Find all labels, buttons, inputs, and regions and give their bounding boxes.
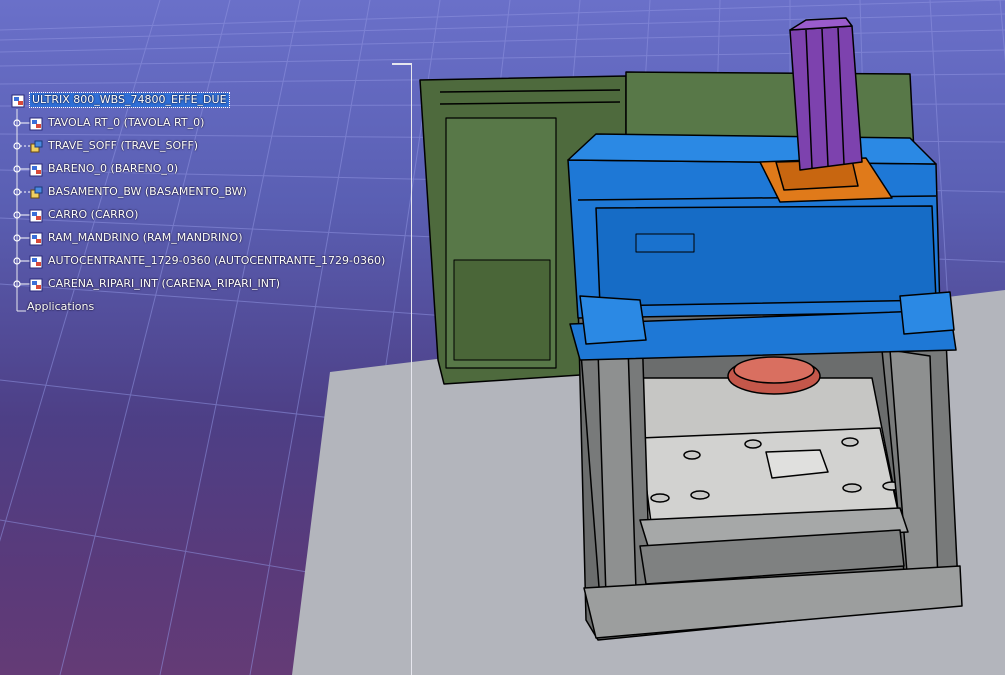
tree-item-label: BARENO_0 (BARENO_0)	[48, 162, 179, 175]
product-icon	[29, 163, 43, 177]
tree-item-label: RAM_MANDRINO (RAM_MANDRINO)	[48, 231, 243, 244]
product-icon	[29, 117, 43, 131]
tree-item-label: AUTOCENTRANTE_1729-0360 (AUTOCENTRANTE_1…	[48, 254, 386, 267]
tree-item-label: TAVOLA RT_0 (TAVOLA RT_0)	[48, 116, 205, 129]
product-icon	[29, 209, 43, 223]
tree-root-label[interactable]: ULTRIX 800_WBS_74800_EFFE_DUE	[29, 92, 230, 108]
component-icon	[30, 140, 43, 153]
viewport-crosshair	[392, 63, 412, 675]
tree-item-label: TRAVE_SOFF (TRAVE_SOFF)	[48, 139, 199, 152]
tree-item-label: BASAMENTO_BW (BASAMENTO_BW)	[48, 185, 247, 198]
applications-label[interactable]: Applications	[27, 300, 94, 314]
tree-item-label: CARRO (CARRO)	[48, 208, 139, 221]
product-icon	[29, 232, 43, 246]
component-icon	[30, 186, 43, 199]
product-icon	[29, 255, 43, 269]
tree-item-label: CARENA_RIPARI_INT (CARENA_RIPARI_INT)	[48, 277, 281, 290]
product-icon	[29, 278, 43, 292]
product-icon	[11, 94, 25, 108]
